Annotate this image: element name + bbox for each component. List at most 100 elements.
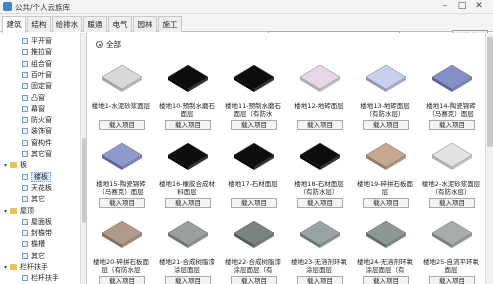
family-card[interactable]: 楼地12-地砖面层 载入项目 xyxy=(288,55,350,137)
tree-item[interactable]: 屋面板 xyxy=(22,217,52,227)
tree-item[interactable]: 百叶窗 xyxy=(22,70,52,80)
family-card[interactable]: 楼地25-自流平环氧面层载入项目 xyxy=(420,211,482,284)
family-icon xyxy=(22,252,28,259)
tree-item-label: 推拉窗 xyxy=(31,48,52,57)
load-project-button[interactable]: 载入项目 xyxy=(165,198,211,208)
gallery-scroll-thumb[interactable] xyxy=(487,37,493,147)
tree-group[interactable]: ▾ 栏杆扶手 xyxy=(4,262,48,272)
family-card[interactable]: 楼地18-石材面层（有防水层） 载入项目 xyxy=(288,133,350,215)
family-card[interactable]: 楼地23-无溶剂环氧涂层面层载入项目 xyxy=(288,211,350,284)
family-icon xyxy=(22,60,28,67)
tree-item[interactable]: 楼板 xyxy=(22,171,51,182)
family-name: 楼地14-陶瓷锦砖（马赛克）面层 xyxy=(426,102,476,118)
tree-item[interactable]: 栏杆扶手 xyxy=(22,273,59,283)
floor-thumbnail xyxy=(365,142,407,170)
family-name: 楼地18-石材面层（有防水层） xyxy=(294,180,344,196)
load-project-button[interactable]: 载入项目 xyxy=(231,276,277,284)
close-icon[interactable]: ✕ xyxy=(472,1,486,12)
tab-plumbing[interactable]: 给排水 xyxy=(52,16,82,32)
tree-item-label: 装饰窗 xyxy=(31,127,52,136)
tree-group[interactable]: ▾ 屋顶 xyxy=(4,206,34,216)
family-icon xyxy=(22,151,28,157)
family-card[interactable]: 楼地2-水泥砂浆面层（有防水层） 载入项目 xyxy=(420,133,482,215)
tree-item[interactable]: 封檐带 xyxy=(22,228,52,238)
tree-item[interactable]: 其它 xyxy=(22,194,45,204)
tree-item[interactable]: 凸窗 xyxy=(22,93,45,103)
load-project-button[interactable]: 载入项目 xyxy=(297,198,343,208)
tree-item[interactable]: 固定窗 xyxy=(22,81,52,91)
tree-group[interactable]: ▾ 板 xyxy=(4,160,27,170)
tree-item[interactable]: 装饰窗 xyxy=(22,126,52,136)
family-card[interactable]: 楼地16-橡胶合成材料面层载入项目 xyxy=(156,133,218,215)
tree-item[interactable]: 檐槽 xyxy=(22,239,45,249)
load-project-button[interactable]: 载入项目 xyxy=(363,198,409,208)
tree-item[interactable]: 其它窗 xyxy=(22,149,52,159)
tree-item-label: 组合窗 xyxy=(31,59,52,68)
tree-item[interactable]: 推拉窗 xyxy=(22,47,52,57)
tree-item-label: 防火窗 xyxy=(31,116,52,125)
family-card[interactable]: 楼地19-碎拼石板面层载入项目 xyxy=(354,133,416,215)
load-project-button[interactable]: 载入项目 xyxy=(363,276,409,284)
tree-item[interactable]: 天花板 xyxy=(22,183,52,193)
family-card[interactable]: 楼地22-合成树脂漆涂层面层（有载入项目 xyxy=(222,211,284,284)
tree-item[interactable]: 窗构件 xyxy=(22,138,52,148)
radio-icon[interactable] xyxy=(96,41,103,48)
family-card[interactable]: 楼地21-合成树脂漆涂层面层 载入项目 xyxy=(156,211,218,284)
family-name: 楼地25-自流平环氧面层 xyxy=(422,258,480,274)
family-name: 楼地16-橡胶合成材料面层 xyxy=(158,180,216,196)
sidebar-scrollbar[interactable] xyxy=(80,33,86,284)
family-card[interactable]: 楼地13-地砖面层（有防水层） 载入项目 xyxy=(354,55,416,137)
load-project-button[interactable]: 载入项目 xyxy=(165,120,211,130)
family-card[interactable]: 楼地24-无溶剂环氧涂层面层（有载入项目 xyxy=(354,211,416,284)
family-card[interactable]: 楼地14-陶瓷锦砖（马赛克）面层载入项目 xyxy=(420,55,482,137)
tab-landscape[interactable]: 园林 xyxy=(133,16,157,32)
tree-item[interactable]: 组合窗 xyxy=(22,59,52,69)
load-project-button[interactable]: 载入项目 xyxy=(297,120,343,130)
family-name: 楼地19-碎拼石板面层 xyxy=(356,180,414,196)
family-card[interactable]: 楼地10-预制水磨石面层载入项目 xyxy=(156,55,218,137)
floor-thumbnail xyxy=(431,142,473,170)
tree-item[interactable]: 防火窗 xyxy=(22,115,52,125)
family-icon xyxy=(22,139,28,146)
folder-icon xyxy=(10,264,17,270)
tree-item-label: 檐槽 xyxy=(31,240,45,249)
floor-thumbnail xyxy=(167,220,209,248)
tab-electrical[interactable]: 电气 xyxy=(108,16,132,32)
load-project-button[interactable]: 载入项目 xyxy=(363,120,409,130)
family-name: 楼地10-预制水磨石面层 xyxy=(158,102,216,118)
tab-hvac[interactable]: 暖通 xyxy=(83,16,107,32)
family-card[interactable]: 楼地11-预制水磨石面层（有防水 载入项目 xyxy=(222,55,284,137)
tab-construction[interactable]: 施工 xyxy=(158,16,182,32)
tree-item[interactable]: 幕窗 xyxy=(22,104,45,114)
family-name: 楼地13-地砖面层（有防水层） xyxy=(360,102,410,118)
sidebar-scroll-thumb[interactable] xyxy=(82,138,86,223)
load-project-button[interactable]: 载入项目 xyxy=(99,120,145,130)
family-name: 楼地24-无溶剂环氧涂层面层（有 xyxy=(356,258,414,274)
family-card[interactable]: 楼地1-水泥砂浆面层 载入项目 xyxy=(90,55,152,137)
family-card[interactable]: 楼地17-石材面层 载入项目 xyxy=(222,133,284,215)
load-project-button[interactable]: 载入项目 xyxy=(429,120,475,130)
load-project-button[interactable]: 载入项目 xyxy=(99,276,145,284)
family-name: 楼地23-无溶剂环氧涂层面层 xyxy=(290,258,348,274)
load-project-button[interactable]: 载入项目 xyxy=(99,198,145,208)
load-project-button[interactable]: 载入项目 xyxy=(231,120,277,130)
load-project-button[interactable]: 载入项目 xyxy=(231,198,277,208)
tab-structure[interactable]: 结构 xyxy=(27,16,51,32)
load-project-button[interactable]: 载入项目 xyxy=(297,276,343,284)
tree-item[interactable]: 平开窗 xyxy=(22,36,52,46)
load-project-button[interactable]: 载入项目 xyxy=(165,276,211,284)
category-tree: 平开窗推拉窗组合窗百叶窗 固定窗凸窗 幕窗防火窗装饰窗窗构件 其它窗 ▾ 板楼板 天花板其它… xyxy=(0,33,87,284)
minimize-icon[interactable]: – xyxy=(438,1,452,12)
load-project-button[interactable]: 载入项目 xyxy=(429,198,475,208)
floor-thumbnail xyxy=(101,64,143,92)
tree-item-label: 天花板 xyxy=(31,183,52,192)
gallery-scrollbar[interactable] xyxy=(485,33,493,284)
filter-all-radio[interactable]: 全部 xyxy=(96,39,121,50)
maximize-icon[interactable]: □ xyxy=(455,1,469,12)
family-card[interactable]: 楼地15-陶瓷锦砖（马赛克）面层 载入项目 xyxy=(90,133,152,215)
tab-architecture[interactable]: 建筑 xyxy=(2,16,26,33)
tree-item[interactable]: 其它 xyxy=(22,251,45,261)
load-project-button[interactable]: 载入项目 xyxy=(429,276,475,284)
family-card[interactable]: 楼地20-碎拼石板面层（有防水层 载入项目 xyxy=(90,211,152,284)
family-name: 楼地22-合成树脂漆涂层面层（有 xyxy=(224,258,282,274)
